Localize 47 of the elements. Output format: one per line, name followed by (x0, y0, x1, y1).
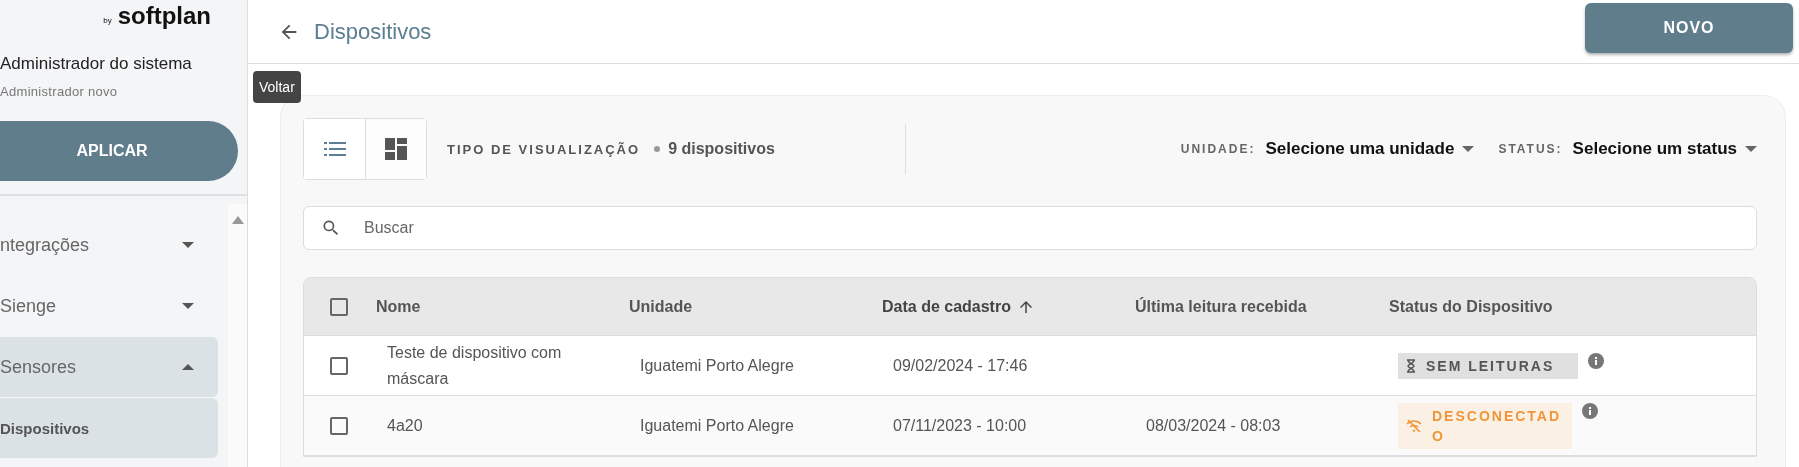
column-header[interactable]: Unidade (629, 297, 693, 316)
view-type-label: TIPO DE VISUALIZAÇÃO (447, 141, 641, 157)
caret-icon (182, 242, 194, 248)
tooltip: Voltar (253, 71, 301, 103)
date-cell-text: 07/11/2023 - 10:00 (892, 415, 1028, 436)
grid-view-button[interactable] (365, 119, 426, 179)
info-icon[interactable] (1588, 352, 1604, 369)
nav-item[interactable]: Sienge (0, 276, 218, 336)
nav-item[interactable]: Sensores (0, 337, 218, 397)
status-badge: SEM LEITURAS (1398, 352, 1578, 379)
column-header[interactable]: Data de cadastro (882, 297, 1011, 316)
page-title: Dispositivos (314, 18, 433, 45)
search-field[interactable]: Buscar (303, 206, 1757, 250)
status-badge: DESCONECTADO (1398, 402, 1572, 449)
new-button[interactable]: NOVO (1585, 3, 1793, 53)
device-count: 9 dispositivos (668, 140, 775, 158)
filter-select[interactable]: Selecione um status (1572, 139, 1757, 159)
unit-cell-text: Iguatemi Porto Alegre (639, 355, 795, 376)
row-checkbox[interactable] (330, 356, 348, 375)
select-all-checkbox[interactable] (330, 297, 348, 316)
column-header[interactable]: Última leitura recebida (1135, 297, 1307, 316)
column-header[interactable]: Status do Dispositivo (1389, 297, 1553, 316)
info-icon[interactable] (1582, 402, 1598, 419)
last-reading-cell-text: 08/03/2024 - 08:03 (1145, 415, 1282, 436)
row-checkbox[interactable] (330, 416, 348, 435)
date-cell-text: 09/02/2024 - 17:46 (892, 355, 1029, 376)
nav-subitem[interactable]: Dispositivos (0, 398, 218, 458)
device-name: 4a20 (386, 415, 424, 436)
logo-text: by (103, 17, 112, 25)
user-name: Administrador do sistema (0, 54, 193, 74)
caret-icon (182, 364, 194, 370)
unit-cell-text: Iguatemi Porto Alegre (639, 415, 795, 436)
nav-item[interactable]: ntegrações (0, 215, 218, 275)
apply-button[interactable]: APLICAR (0, 121, 238, 181)
caret-icon (182, 303, 194, 309)
column-header[interactable]: Nome (376, 297, 421, 316)
dashboard-icon (385, 138, 407, 160)
list-icon (323, 141, 346, 157)
filter-label: UNIDADE: (1180, 142, 1256, 156)
user-role: Administrador novo (0, 84, 119, 99)
caret-icon (1745, 146, 1757, 152)
device-name: Teste de dispositivo com máscara (386, 342, 563, 389)
scroll-up-icon[interactable] (231, 216, 244, 224)
caret-icon (1462, 146, 1475, 152)
filter-label: STATUS: (1498, 142, 1563, 156)
filter-select[interactable]: Selecione uma unidade (1265, 139, 1475, 159)
logo-brand: softplan (117, 2, 211, 30)
